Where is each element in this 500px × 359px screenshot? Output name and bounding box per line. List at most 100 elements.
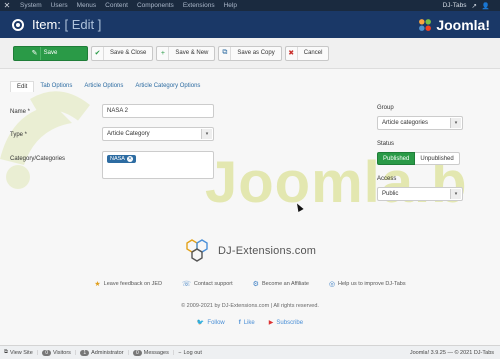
- logout-icon: −: [178, 349, 182, 356]
- group-label: Group: [377, 105, 394, 111]
- toolbar: ✎ Save ✔ Save & Close + Save & New ⧉ Sav…: [0, 38, 500, 69]
- site-link[interactable]: DJ-Tabs ↗ 👤: [443, 2, 490, 10]
- name-label: Name *: [10, 109, 31, 115]
- improve-link[interactable]: ◎ Help us to improve DJ-Tabs: [329, 280, 406, 288]
- menu-extensions[interactable]: Extensions: [183, 2, 215, 9]
- menu-help[interactable]: Help: [224, 2, 237, 9]
- feedback-label: Leave feedback on JED: [103, 281, 163, 287]
- tab-bar: Edit Tab Options Article Options Article…: [10, 81, 206, 92]
- facebook-icon: f: [238, 319, 241, 326]
- external-link-icon[interactable]: ↗: [471, 2, 476, 10]
- type-label: Type *: [10, 132, 28, 138]
- site-name[interactable]: DJ-Tabs: [443, 2, 467, 9]
- youtube-subscribe-link[interactable]: ▶ Subscribe: [268, 319, 303, 327]
- save-close-label: Save & Close: [110, 50, 147, 56]
- page-header: Item: [ Edit ] Joomla!: [0, 11, 500, 38]
- menu-components[interactable]: Components: [137, 2, 174, 9]
- remove-chip-icon[interactable]: ✕: [126, 156, 133, 162]
- twitter-follow-link[interactable]: 🐦 Follow: [197, 319, 225, 327]
- divider: |: [172, 349, 175, 356]
- menu-content[interactable]: Content: [105, 2, 128, 9]
- copy-icon: ⧉: [219, 46, 232, 60]
- feedback-link[interactable]: ★ Leave feedback on JED: [94, 280, 162, 288]
- version-label: Joomla! 3.9.25: [409, 349, 446, 356]
- visitors-count: 0: [42, 349, 51, 356]
- tab-article-options[interactable]: Article Options: [78, 81, 129, 92]
- category-chip-label: NASA: [110, 156, 125, 162]
- globe-icon: ◎: [328, 281, 336, 288]
- footer-copyright: — © 2021 DJ-Tabs: [447, 349, 494, 356]
- page-title: Item: [ Edit ]: [32, 17, 101, 32]
- save-close-button[interactable]: ✔ Save & Close: [91, 45, 154, 61]
- save-new-button[interactable]: + Save & New: [156, 45, 216, 61]
- save-icon: ✎: [29, 46, 41, 60]
- joomla-x-icon[interactable]: ✕: [0, 1, 14, 10]
- type-select[interactable]: Article Category ▾: [102, 127, 214, 141]
- group-select[interactable]: Article categories ▾: [377, 116, 463, 130]
- admin-status: 1 Administrator: [80, 349, 124, 356]
- footer-version: Joomla! 3.9.25 — © 2021 DJ-Tabs: [410, 350, 494, 356]
- name-input[interactable]: NASA 2: [102, 104, 214, 118]
- view-site-link[interactable]: ⧉ View Site: [4, 349, 33, 356]
- facebook-like-link[interactable]: f Like: [239, 319, 255, 326]
- tab-edit[interactable]: Edit: [10, 81, 35, 92]
- chevron-down-icon: ▾: [450, 118, 461, 128]
- menu-users[interactable]: Users: [51, 2, 68, 9]
- type-value: Article Category: [107, 131, 150, 137]
- divider: |: [36, 349, 39, 356]
- youtube-icon: ▶: [268, 320, 274, 326]
- status-bar: ⧉ View Site | 0 Visitors | 1 Administrat…: [0, 345, 500, 359]
- cancel-button[interactable]: ✖ Cancel: [284, 45, 330, 61]
- title-prefix: Item:: [32, 17, 61, 32]
- affiliate-link[interactable]: ⚙ Become an Affiliate: [253, 280, 309, 288]
- view-site-icon: ⧉: [4, 349, 8, 355]
- status-label: Status: [377, 141, 395, 147]
- social-links: 🐦 Follow f Like ▶ Subscribe: [0, 319, 500, 327]
- chevron-down-icon: ▾: [450, 189, 461, 199]
- user-icon[interactable]: 👤: [482, 2, 490, 10]
- status-unpublished[interactable]: Unpublished: [415, 152, 460, 165]
- cancel-label: Cancel: [303, 50, 323, 56]
- plus-icon: +: [157, 46, 170, 60]
- joomla-brand: Joomla!: [436, 16, 490, 33]
- chevron-down-icon: ▾: [201, 129, 212, 139]
- tab-tab-options[interactable]: Tab Options: [34, 81, 78, 92]
- logout-label: Log out: [183, 349, 202, 356]
- menu-system[interactable]: System: [20, 2, 42, 9]
- category-chip: NASA ✕: [107, 155, 136, 163]
- access-select[interactable]: Public ▾: [377, 187, 463, 201]
- save-label: Save: [43, 50, 58, 56]
- visitors-status: 0 Visitors: [42, 349, 71, 356]
- categories-input[interactable]: NASA ✕: [102, 151, 214, 179]
- main-content: Joomla.b Edit Tab Options Article Option…: [0, 69, 500, 345]
- divider: |: [74, 349, 77, 356]
- dj-copyright: © 2009-2021 by DJ-Extensions.com | All r…: [181, 303, 319, 309]
- status-toggle: Published Unpublished: [377, 152, 460, 165]
- tab-article-category-options[interactable]: Article Category Options: [129, 81, 206, 92]
- dj-brand-text: DJ-Extensions.com: [218, 245, 317, 257]
- save-copy-label: Save as Copy: [237, 50, 275, 56]
- star-icon: ★: [94, 281, 101, 288]
- admin-menu-bar: ✕ System Users Menus Content Components …: [0, 0, 500, 11]
- support-links: ★ Leave feedback on JED ☏ Contact suppor…: [0, 280, 500, 288]
- view-site-label: View Site: [9, 349, 33, 356]
- contact-support-link[interactable]: ☏ Contact support: [182, 280, 233, 288]
- title-edit: [ Edit ]: [64, 17, 102, 32]
- menu-menus[interactable]: Menus: [77, 2, 97, 9]
- follow-label: Follow: [207, 319, 225, 326]
- affiliate-icon: ⚙: [252, 281, 259, 288]
- messages-link[interactable]: 0 Messages: [132, 349, 169, 356]
- joomla-logo: Joomla!: [417, 17, 490, 33]
- contact-support-label: Contact support: [193, 281, 233, 287]
- status-published[interactable]: Published: [377, 152, 416, 165]
- logout-link[interactable]: − Log out: [178, 350, 202, 356]
- joomla-logo-icon: [419, 18, 432, 31]
- access-value: Public: [382, 191, 399, 197]
- dj-extensions-logo[interactable]: DJ-Extensions.com: [185, 239, 316, 263]
- save-new-label: Save & New: [175, 50, 209, 56]
- admin-menu: System Users Menus Content Components Ex…: [20, 2, 237, 9]
- save-copy-button[interactable]: ⧉ Save as Copy: [218, 45, 282, 61]
- group-value: Article categories: [382, 120, 429, 126]
- target-icon: [12, 18, 24, 31]
- save-button[interactable]: ✎ Save: [13, 45, 88, 61]
